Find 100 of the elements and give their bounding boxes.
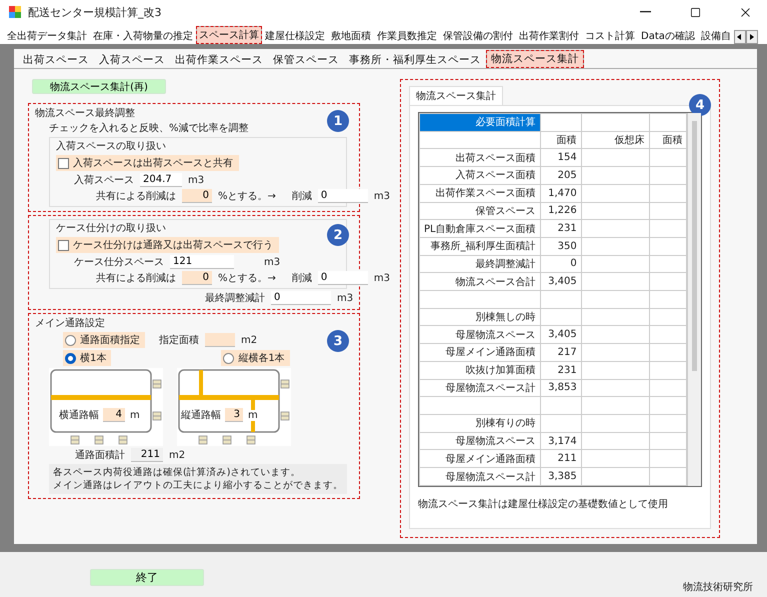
number-badge: 1 xyxy=(327,110,349,132)
app-icon xyxy=(8,5,22,19)
field-label: 縦通路幅 xyxy=(181,408,221,422)
tab[interactable]: コスト計算 xyxy=(582,28,638,44)
scroll-left-button[interactable] xyxy=(734,30,746,44)
checkbox[interactable] xyxy=(58,158,69,168)
input-field[interactable]: 0 xyxy=(271,291,331,305)
table-cell: 231 xyxy=(540,361,582,380)
table-cell: 1,226 xyxy=(540,202,582,220)
input-field[interactable]: 211 xyxy=(131,448,163,462)
note-text: メイン通路はレイアウトの工夫により縮小することができます。 xyxy=(53,479,343,492)
column-header: 仮想床 xyxy=(581,131,650,149)
tab[interactable]: 物流スペース集計 xyxy=(486,50,584,68)
input-field[interactable]: 4 xyxy=(103,408,125,422)
row-label: 母屋物流スペース計 xyxy=(420,379,540,397)
tab[interactable]: 作業員数推定 xyxy=(374,28,440,44)
radio-button[interactable] xyxy=(65,352,76,364)
group-title: 物流スペース最終調整 xyxy=(35,107,135,120)
input-field[interactable]: 3 xyxy=(225,408,243,422)
section-label: 別棟有りの時 xyxy=(420,414,540,432)
tab[interactable]: 入荷スペース xyxy=(94,52,170,68)
dock-icon xyxy=(280,412,290,420)
dock-icon xyxy=(222,436,232,444)
field-label: 指定面積 xyxy=(159,334,199,347)
unit-label: m3 xyxy=(264,256,280,268)
row-label: 母屋物流スペース xyxy=(420,432,540,450)
input-field[interactable]: 0 xyxy=(182,271,212,285)
tab[interactable]: 出荷作業スペース xyxy=(170,52,268,68)
tab[interactable]: 出荷作業割付 xyxy=(516,28,582,44)
table-cell: 0 xyxy=(540,255,582,273)
field-label: 削減 xyxy=(292,272,312,285)
unit-label: m2 xyxy=(169,450,186,460)
dock-icon xyxy=(118,436,128,444)
row-label: 吹抜け加算面積 xyxy=(420,361,540,380)
tab[interactable]: 保管スペース xyxy=(268,52,344,68)
input-field[interactable]: 0 xyxy=(182,189,212,203)
unit-label: m3 xyxy=(374,190,390,202)
unit-label: m3 xyxy=(374,272,390,284)
table-cell[interactable]: 必要面積計算 xyxy=(420,114,540,132)
dock-icon xyxy=(70,436,80,444)
input-field[interactable]: 204.7 xyxy=(140,173,182,187)
unit-label: m2 xyxy=(241,334,258,346)
tab[interactable]: 在庫・入荷物量の推定 xyxy=(90,28,196,44)
dock-icon xyxy=(152,380,162,388)
table-cell: 217 xyxy=(540,344,582,362)
field-label: 共有による削減は xyxy=(96,190,176,203)
unit-label: m3 xyxy=(188,174,204,186)
tab[interactable]: Dataの確認 xyxy=(638,28,698,44)
recalculate-button[interactable]: 物流スペース集計(再) xyxy=(32,79,166,94)
row-label: 保管スペース xyxy=(420,202,540,220)
input-field[interactable]: 0 xyxy=(318,189,368,203)
tab[interactable]: スペース計算 xyxy=(196,26,262,44)
row-label: 母屋物流スペース計 xyxy=(420,468,540,486)
row-label: 入荷スペース面積 xyxy=(420,166,540,184)
unit-label: m xyxy=(129,410,141,420)
input-field[interactable] xyxy=(205,333,235,347)
right-arrow-icon xyxy=(749,34,754,40)
checkbox[interactable] xyxy=(58,240,69,250)
tab[interactable]: 保管設備の割付 xyxy=(440,28,516,44)
row-label: 母屋メイン通路面積 xyxy=(420,450,540,468)
left-arrow-icon xyxy=(737,34,742,40)
field-label: 削減 xyxy=(292,190,312,203)
tab[interactable]: 敷地面積 xyxy=(328,28,374,44)
table-cell: 231 xyxy=(540,220,582,238)
number-badge: 3 xyxy=(327,330,349,352)
company-name: 物流技術研究所 xyxy=(683,580,753,594)
radio-button[interactable] xyxy=(223,352,234,364)
row-label: 最終調整減計 xyxy=(420,255,540,273)
field-label: 入荷スペース xyxy=(74,174,134,187)
tab[interactable]: 物流スペース集計 xyxy=(409,86,503,105)
group-title: メイン通路設定 xyxy=(35,317,105,330)
input-field[interactable]: 121 xyxy=(170,255,234,269)
unit-label: m3 xyxy=(337,292,354,304)
tab[interactable]: 設備自 xyxy=(698,28,734,44)
row-label: 母屋メイン通路面積 xyxy=(420,344,540,362)
input-field[interactable]: 0 xyxy=(318,271,368,285)
radio-button[interactable] xyxy=(65,334,76,346)
field-label: %とする。→ xyxy=(218,272,276,285)
scrollbar[interactable] xyxy=(687,113,701,486)
field-label: 通路面積計 xyxy=(75,448,125,462)
dock-icon xyxy=(198,436,208,444)
row-label: 母屋物流スペース xyxy=(420,326,540,344)
note-text: 各スペース内荷役通路は確保(計算済み)されています。 xyxy=(53,466,302,479)
column-header: 面積 xyxy=(649,131,687,149)
dock-icon xyxy=(152,412,162,420)
tab[interactable]: 建屋仕様設定 xyxy=(262,28,328,44)
number-badge: 2 xyxy=(327,224,349,246)
field-label: ケース仕分スペース xyxy=(74,256,164,269)
table-cell: 3,174 xyxy=(540,432,582,450)
minimize-icon xyxy=(640,11,650,13)
tab[interactable]: 全出荷データ集計 xyxy=(4,28,90,44)
row-label: 物流スペース合計 xyxy=(420,272,540,291)
exit-button[interactable]: 終了 xyxy=(90,569,204,586)
scroll-right-button[interactable] xyxy=(746,30,758,44)
dock-icon xyxy=(280,380,290,388)
dock-icon xyxy=(246,436,256,444)
tab[interactable]: 事務所・福利厚生スペース xyxy=(344,52,486,68)
table-cell: 205 xyxy=(540,166,582,184)
tab[interactable]: 出荷スペース xyxy=(18,52,94,68)
field-label: 最終調整減計 xyxy=(205,292,265,305)
